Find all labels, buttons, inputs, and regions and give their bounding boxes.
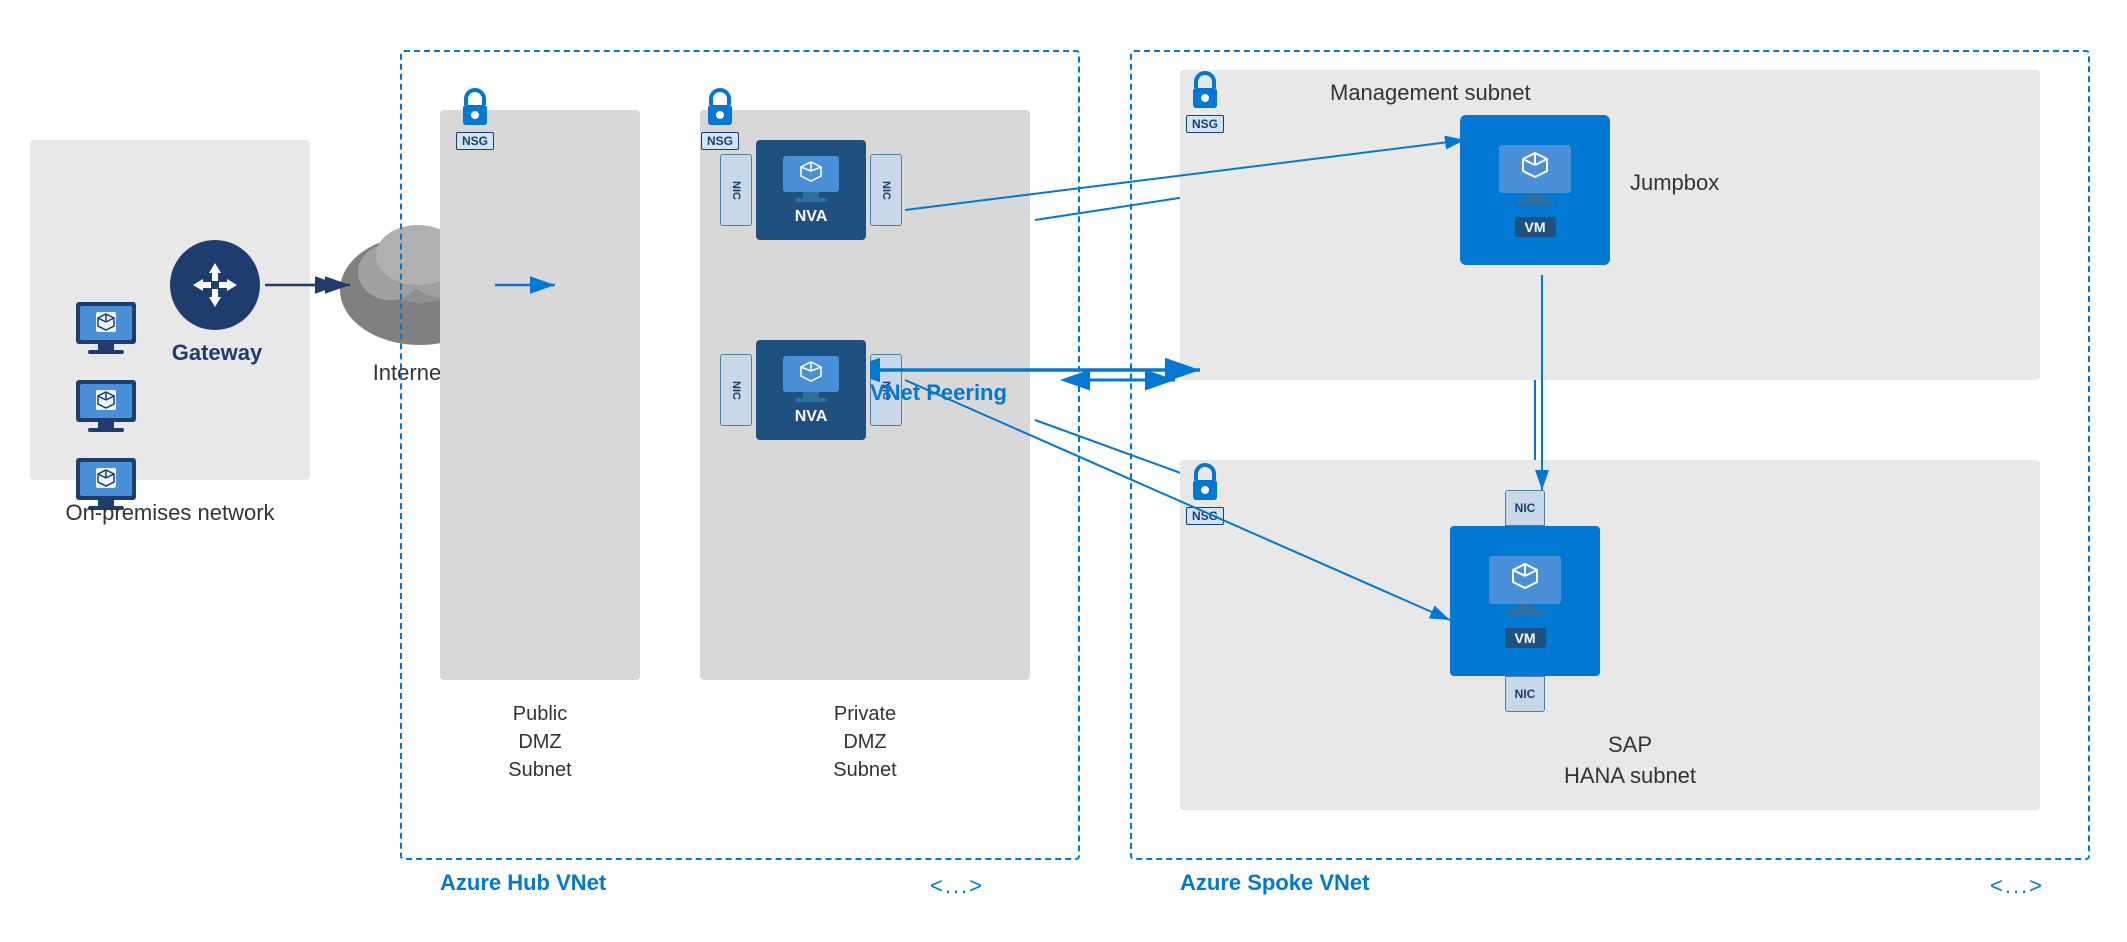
lock-icon-mgmt bbox=[1185, 68, 1225, 112]
mgmt-subnet-label: Management subnet bbox=[1330, 80, 1531, 106]
nva-label-top: NVA bbox=[795, 208, 828, 226]
gateway-circle bbox=[170, 240, 260, 330]
nsg-public-dmz: NSG bbox=[455, 85, 495, 150]
nva-top-monitor: NVA bbox=[756, 140, 866, 240]
jumpbox-vm-label: VM bbox=[1515, 217, 1556, 237]
nva-bottom-monitor: NVA bbox=[756, 340, 866, 440]
nva-screen-icon-bottom bbox=[781, 354, 841, 404]
on-premises-label: On-premises network bbox=[30, 500, 310, 526]
sap-subnet-label: SAPHANA subnet bbox=[1530, 730, 1730, 792]
computer-icon-2 bbox=[70, 378, 142, 438]
jumpbox-vm-icon bbox=[1495, 143, 1575, 211]
public-dmz-label: PublicDMZSubnet bbox=[440, 700, 640, 784]
nva-bottom-to-sap-arrow bbox=[900, 370, 1480, 650]
nic-left-top: NIC bbox=[720, 154, 752, 226]
nsg-label-public: NSG bbox=[456, 132, 494, 150]
hub-vnet-label: Azure Hub VNet bbox=[440, 870, 606, 896]
gateway-icon bbox=[185, 255, 245, 315]
gateway-label: Gateway bbox=[152, 340, 282, 366]
nva-top-unit: NIC NVA NIC bbox=[720, 140, 902, 240]
sap-vm-icon bbox=[1485, 554, 1565, 622]
nva-label-bottom: NVA bbox=[795, 408, 828, 426]
private-dmz-label: PrivateDMZSubnet bbox=[700, 700, 1030, 784]
nic-sap-bottom: NIC bbox=[1505, 676, 1545, 712]
computer-icon-1 bbox=[70, 300, 142, 360]
internet-to-dmz-arrow bbox=[490, 255, 570, 315]
jumpbox-to-sap-arrow bbox=[1530, 270, 1560, 500]
nic-right-top: NIC bbox=[870, 154, 902, 226]
spoke-vnet-label: Azure Spoke VNet bbox=[1180, 870, 1370, 896]
sap-vm-label: VM bbox=[1505, 628, 1546, 648]
lock-icon-public bbox=[455, 85, 495, 129]
hub-vnet-ellipsis: <...> bbox=[930, 873, 984, 899]
public-dmz-box bbox=[440, 110, 640, 680]
spoke-vnet-ellipsis: <...> bbox=[1990, 873, 2044, 899]
lock-icon-private bbox=[700, 85, 740, 129]
nva-screen-icon-top bbox=[781, 154, 841, 204]
nva-top-to-jumpbox-arrow bbox=[900, 130, 1500, 230]
diagram-container: On-premises network Gateway bbox=[0, 0, 2127, 942]
gateway-to-internet-arrow bbox=[260, 255, 360, 315]
on-prem-computers bbox=[70, 300, 142, 516]
nsg-mgmt-subnet: NSG bbox=[1185, 68, 1225, 133]
nic-left-bottom: NIC bbox=[720, 354, 752, 426]
jumpbox-label: Jumpbox bbox=[1630, 170, 1719, 196]
